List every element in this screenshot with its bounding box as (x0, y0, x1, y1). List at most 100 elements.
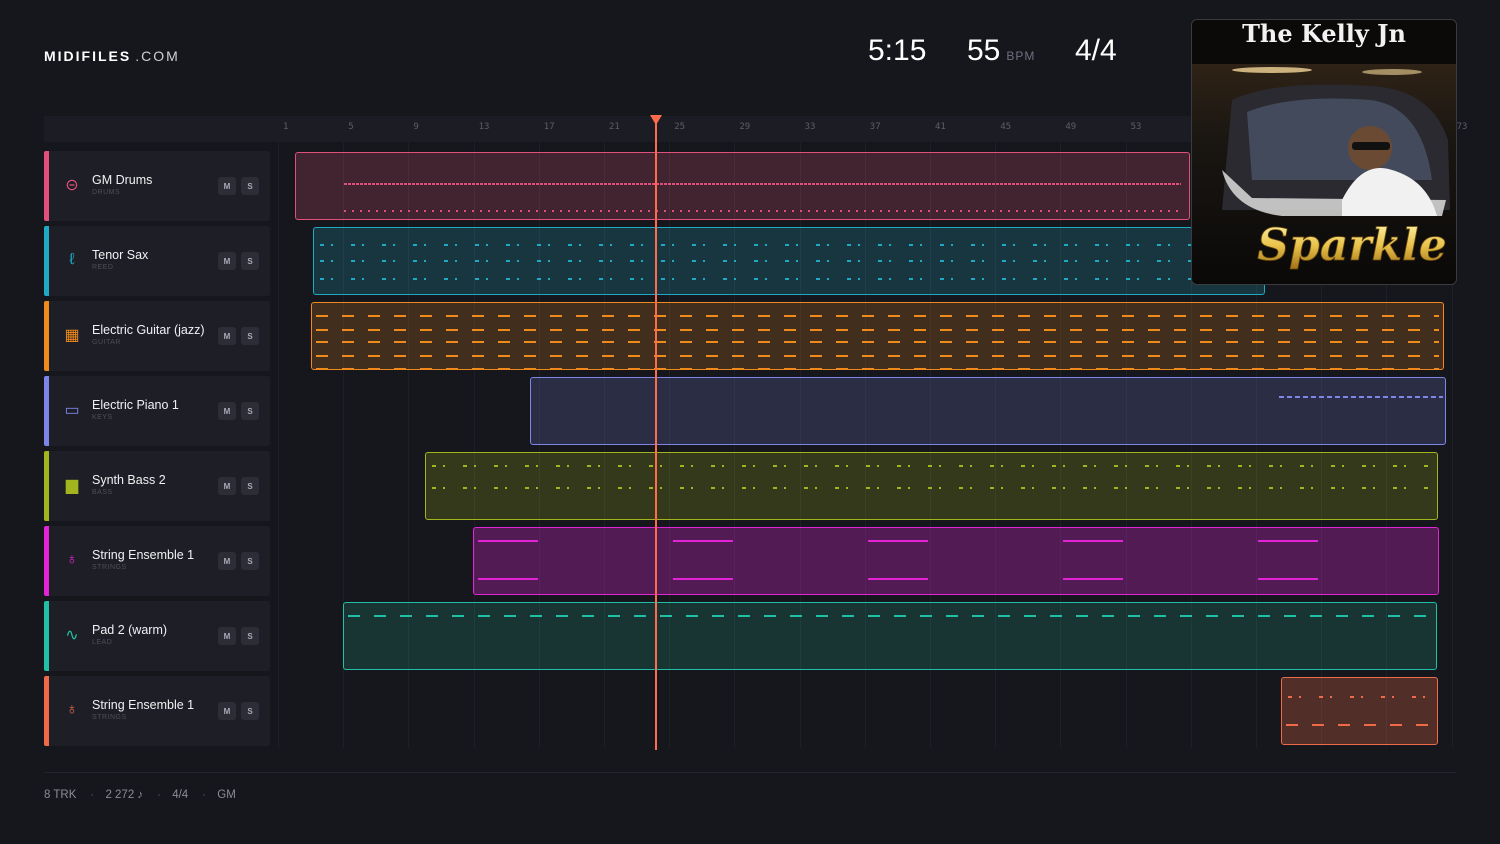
ruler-tick: 73 (1456, 122, 1468, 132)
track-header[interactable]: ∿ Pad 2 (warm) LEAD M S (44, 601, 270, 671)
midi-clip[interactable] (311, 302, 1444, 370)
ruler-tick: 9 (413, 122, 419, 132)
note-row (1288, 696, 1431, 698)
note-row (316, 368, 1439, 369)
mute-button[interactable]: M (218, 252, 236, 270)
ruler-tick: 5 (348, 122, 354, 132)
mute-button[interactable]: M (218, 552, 236, 570)
track-name: Electric Piano 1 (92, 398, 179, 412)
solo-button[interactable]: S (241, 702, 259, 720)
note-row (320, 278, 1258, 280)
ruler-tick: 49 (1065, 122, 1077, 132)
solo-button[interactable]: S (241, 627, 259, 645)
midi-clip[interactable] (343, 602, 1437, 670)
solo-button[interactable]: S (241, 327, 259, 345)
midi-clip[interactable] (313, 227, 1265, 295)
album-cover-art: The Kelly Jn Sparkle (1192, 20, 1456, 284)
note-row (432, 487, 1431, 489)
track-header[interactable]: ♁ String Ensemble 1 STRINGS M S (44, 676, 270, 746)
note-row (1279, 396, 1443, 398)
note-row (316, 315, 1439, 317)
playhead-handle[interactable] (650, 115, 662, 125)
ruler-tick: 41 (935, 122, 946, 132)
keyboard-icon: ▭ (64, 402, 80, 419)
mute-button[interactable]: M (218, 477, 236, 495)
midi-clip[interactable] (473, 527, 1439, 595)
solo-button[interactable]: S (241, 252, 259, 270)
tempo-display: 55 BPM (967, 34, 1035, 68)
playhead[interactable] (655, 116, 657, 750)
track-category: STRINGS (92, 564, 127, 571)
note-row (474, 519, 1429, 520)
album-cover: The Kelly Jn Sparkle (1191, 19, 1457, 285)
midi-clip[interactable] (530, 377, 1446, 445)
footer-signature: 4/4 (172, 789, 189, 801)
track-header[interactable]: ▦ Electric Guitar (jazz) GUITAR M S (44, 301, 270, 371)
track-category: KEYS (92, 414, 113, 421)
tempo-unit: BPM (1006, 49, 1036, 63)
track-header[interactable]: ℓ Tenor Sax REED M S (44, 226, 270, 296)
track-header[interactable]: ▭ Electric Piano 1 KEYS M S (44, 376, 270, 446)
ruler-tick: 13 (478, 122, 490, 132)
track-color-bar (44, 451, 49, 521)
sax-icon: ℓ (69, 251, 75, 268)
note-row (1286, 744, 1433, 745)
footer-note-count: 2 272 ♪ (105, 789, 144, 801)
track-color-bar (44, 226, 49, 296)
note-row (320, 244, 1258, 246)
track-name: Tenor Sax (92, 248, 149, 262)
note-row (316, 329, 1439, 331)
mute-button[interactable]: M (218, 702, 236, 720)
note-row (344, 210, 1181, 212)
note-row (316, 355, 1439, 357)
waveform-icon: ∿ (65, 627, 79, 644)
midi-clip[interactable] (295, 152, 1190, 220)
mute-button[interactable]: M (218, 627, 236, 645)
note-row (478, 540, 1434, 542)
midi-clip[interactable] (425, 452, 1438, 520)
midi-clip[interactable] (1281, 677, 1438, 745)
mute-button[interactable]: M (218, 177, 236, 195)
solo-button[interactable]: S (241, 402, 259, 420)
track-name: String Ensemble 1 (92, 548, 195, 562)
footer-track-count: 8 TRK (44, 789, 77, 801)
violin-icon: ♁ (66, 701, 78, 718)
footer-divider (44, 772, 1456, 773)
track-header[interactable]: ▆ Synth Bass 2 BASS M S (44, 451, 270, 521)
drum-icon: ⊝ (65, 177, 79, 194)
violin-icon: ♁ (66, 551, 78, 568)
mute-button[interactable]: M (218, 402, 236, 420)
solo-button[interactable]: S (241, 477, 259, 495)
brand-domain: .COM (135, 48, 180, 64)
track-category: REED (92, 264, 114, 271)
brand-logo: MIDIFILES .COM (44, 48, 180, 64)
track-category: DRUMS (92, 189, 121, 196)
bass-icon: ▆ (65, 477, 79, 494)
track-color-bar (44, 151, 49, 221)
ruler-tick: 17 (543, 122, 555, 132)
note-row (348, 615, 1432, 617)
footer-stats: 8 TRK · 2 272 ♪ · 4/4 · GM (44, 789, 236, 801)
track-color-bar (44, 676, 49, 746)
track-color-bar (44, 526, 49, 596)
note-row (320, 260, 1258, 262)
ruler-tick: 37 (869, 122, 881, 132)
track-header[interactable]: ♁ String Ensemble 1 STRINGS M S (44, 526, 270, 596)
ruler-tick: 45 (1000, 122, 1012, 132)
cover-title-script: Sparkle (1257, 220, 1446, 271)
solo-button[interactable]: S (241, 552, 259, 570)
track-name: Pad 2 (warm) (92, 623, 168, 637)
time-signature-display: 4/4 (1075, 34, 1117, 67)
note-row (1286, 724, 1433, 726)
track-name: Synth Bass 2 (92, 473, 166, 487)
ruler-tick: 53 (1130, 122, 1142, 132)
mute-button[interactable]: M (218, 327, 236, 345)
ruler-tick: 25 (674, 122, 686, 132)
tempo-value: 55 (967, 34, 1001, 67)
track-category: STRINGS (92, 714, 127, 721)
track-header[interactable]: ⊝ GM Drums DRUMS M S (44, 151, 270, 221)
track-category: GUITAR (92, 339, 121, 346)
brand-name: MIDIFILES (44, 48, 132, 64)
solo-button[interactable]: S (241, 177, 259, 195)
track-name: Electric Guitar (jazz) (92, 323, 205, 337)
